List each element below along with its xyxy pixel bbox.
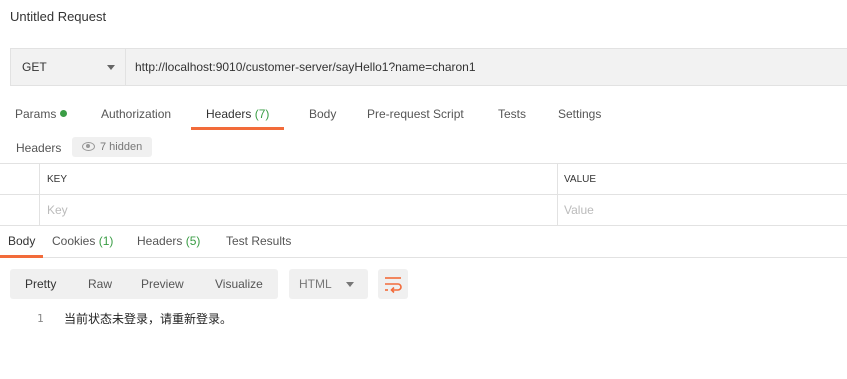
response-tabs: Body Cookies (1) Headers (5) Test Result… [0, 226, 847, 258]
value-input[interactable]: Value [564, 195, 594, 226]
tab-headers-label: Headers [206, 107, 252, 121]
headers-table: KEY VALUE Key Value [0, 163, 847, 226]
column-divider [557, 195, 558, 226]
view-pretty-button[interactable]: Pretty [25, 269, 56, 299]
column-divider [557, 164, 558, 194]
headers-heading: Headers [16, 141, 62, 155]
tab-body-label: Body [309, 107, 337, 121]
response-tab-test-results[interactable]: Test Results [226, 226, 291, 257]
status-dot-icon [60, 110, 68, 117]
response-tab-headers-count: (5) [185, 234, 201, 248]
wrap-lines-button[interactable] [378, 269, 408, 299]
url-input[interactable]: http://localhost:9010/customer-server/sa… [135, 60, 476, 74]
chevron-down-icon [107, 65, 115, 70]
tab-authorization-label: Authorization [101, 107, 172, 121]
row-gutter [0, 164, 40, 194]
tab-headers-count: (7) [254, 107, 270, 121]
tab-pre-request-script-label: Pre-request Script [367, 107, 464, 121]
request-tabs: Params Authorization Headers (7) Body Pr… [0, 98, 847, 130]
view-visualize-button[interactable]: Visualize [215, 269, 263, 299]
line-number: 1 [37, 312, 44, 325]
format-select[interactable]: HTML [289, 269, 368, 299]
response-tab-cookies-count: (1) [98, 234, 114, 248]
view-preview-button[interactable]: Preview [141, 269, 184, 299]
tab-authorization[interactable]: Authorization [101, 98, 171, 130]
headers-bar: Headers 7 hidden [0, 135, 847, 161]
method-select[interactable]: GET [11, 49, 126, 85]
key-input[interactable]: Key [47, 195, 68, 226]
chevron-down-icon [346, 282, 354, 287]
table-row: Key Value [0, 195, 847, 226]
url-bar: GET http://localhost:9010/customer-serve… [10, 48, 847, 86]
view-mode-group: Pretty Raw Preview Visualize [10, 269, 278, 299]
title-bar: Untitled Request [0, 0, 847, 34]
response-tab-test-results-label: Test Results [226, 234, 292, 248]
view-raw-button[interactable]: Raw [88, 269, 112, 299]
row-gutter [0, 195, 40, 226]
eye-icon [82, 142, 95, 151]
tab-settings[interactable]: Settings [558, 98, 601, 130]
tab-headers[interactable]: Headers (7) [190, 98, 285, 130]
tab-settings-label: Settings [558, 107, 602, 121]
tab-pre-request-script[interactable]: Pre-request Script [367, 98, 464, 130]
wrap-lines-icon [385, 277, 402, 294]
table-header-row: KEY VALUE [0, 164, 847, 195]
column-header-value: VALUE [564, 174, 597, 185]
tab-tests[interactable]: Tests [498, 98, 526, 130]
format-label: HTML [299, 277, 332, 291]
response-tab-cookies-label: Cookies [52, 234, 96, 248]
tab-body[interactable]: Body [309, 98, 336, 130]
response-tab-headers[interactable]: Headers (5) [137, 226, 200, 257]
method-label: GET [22, 60, 47, 74]
response-tab-body[interactable]: Body [0, 226, 44, 258]
response-tab-body-label: Body [8, 234, 36, 248]
hidden-headers-toggle[interactable]: 7 hidden [72, 137, 153, 157]
response-tab-cookies[interactable]: Cookies (1) [52, 226, 113, 257]
hidden-headers-label: 7 hidden [100, 141, 143, 153]
response-body-text: 当前状态未登录，请重新登录。 [64, 312, 233, 326]
request-title[interactable]: Untitled Request [10, 9, 106, 24]
tab-params[interactable]: Params [15, 98, 68, 130]
column-header-key: KEY [47, 174, 68, 185]
tab-params-label: Params [15, 107, 57, 121]
tab-tests-label: Tests [498, 107, 527, 121]
response-tab-headers-label: Headers [137, 234, 183, 248]
